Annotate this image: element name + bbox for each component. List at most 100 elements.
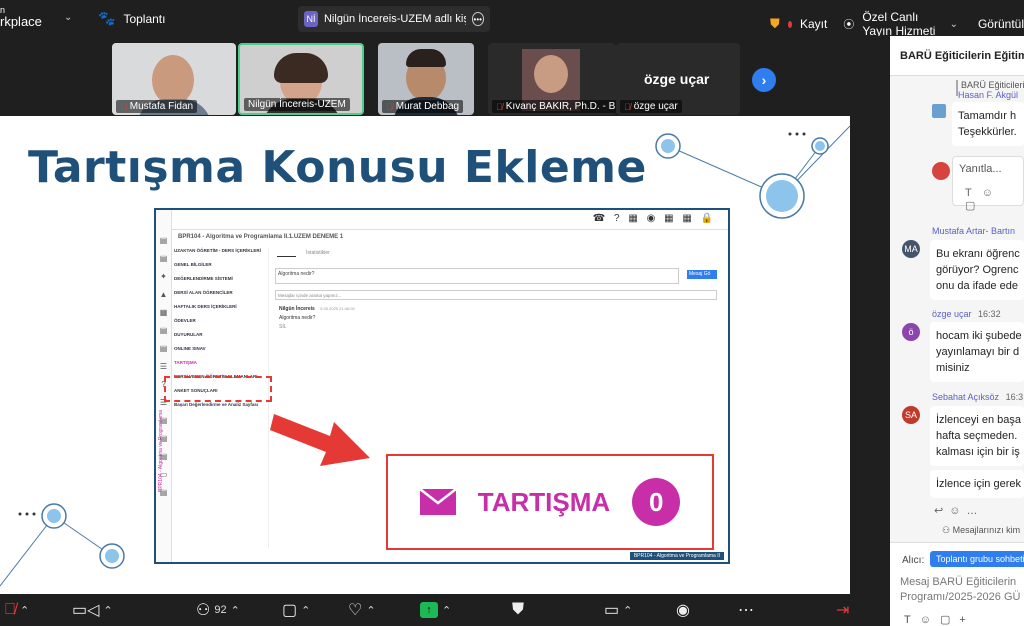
recipient-chip[interactable]: Toplantı grubu sohbeti xyxy=(930,551,1024,567)
lms-send-button: Mesaj Gö xyxy=(687,270,717,279)
lms-post-author: Nilgün İncereis xyxy=(279,306,315,312)
participants-count: 92 xyxy=(214,604,227,616)
highlight-box xyxy=(164,376,272,402)
chevron-up-icon[interactable]: ⌃ xyxy=(231,604,240,617)
more-options-control[interactable]: ⋯ xyxy=(738,600,754,620)
camera-icon: ▭◁ xyxy=(72,602,100,619)
share-control[interactable]: ↑ ⌃ xyxy=(420,600,451,620)
heart-icon: ♡ xyxy=(348,602,363,619)
sender-avatar: SA xyxy=(902,406,920,424)
more-icon[interactable]: … xyxy=(966,505,983,517)
people-icon: ⚇ xyxy=(196,602,211,619)
record-icon: ◉ xyxy=(676,602,690,619)
shield-alert-icon[interactable]: ⛊ xyxy=(770,16,780,32)
envelope-icon xyxy=(419,489,456,515)
message-sender: özge uçar 16:32 xyxy=(932,309,1001,319)
compose-input[interactable]: Mesaj BARÜ Eğiticilerin Programı/2025-20… xyxy=(900,575,1020,605)
mic-off-icon: 🎙̸ xyxy=(496,101,503,112)
more-icon[interactable]: ••• xyxy=(471,12,484,26)
leave-icon: ⇥ xyxy=(836,602,850,619)
mic-control[interactable]: 🎙̸ ⌃ xyxy=(4,600,29,620)
participant-tile[interactable]: 🎙̸ Murat Debbag xyxy=(378,43,474,115)
participant-gallery: 🎙̸ Mustafa Fidan Nilgün İncereis-UZEM 🎙̸ M… xyxy=(0,36,890,116)
reply-box[interactable]: Yanıtla... T☺▢ xyxy=(952,156,1024,212)
record-dot-icon xyxy=(787,20,792,28)
seen-icon: ⚇ xyxy=(942,525,951,535)
emoji-icon[interactable]: ☺ xyxy=(920,614,940,626)
meeting-chat-panel: BARÜ Eğiticilerin Eğitimi P BARÜ Eğitici… xyxy=(890,36,1024,626)
gallery-next-button[interactable]: › xyxy=(752,68,776,92)
participant-tile[interactable]: 🎙̸ Mustafa Fidan xyxy=(112,43,236,115)
chat-tab[interactable]: Nİ Nilgün İncereis-UZEM adlı kişinin ••• xyxy=(298,6,490,32)
mic-off-icon: 🎙̸ xyxy=(4,601,16,618)
camera-control[interactable]: ▭◁ ⌃ xyxy=(72,600,113,620)
security-control[interactable]: ⛊ xyxy=(512,600,524,620)
reactions-control[interactable]: ♡ ⌃ xyxy=(348,600,376,620)
more-icon: ⋯ xyxy=(738,602,754,619)
chat-tab-avatar: Nİ xyxy=(304,11,318,27)
lms-tab-stats: İstatistikler xyxy=(306,250,330,256)
chevron-up-icon[interactable]: ⌃ xyxy=(442,604,451,617)
participant-display-name: özge uçar xyxy=(644,71,710,87)
participant-tile[interactable]: özge uçar 🎙̸ özge uçar xyxy=(616,43,740,115)
mic-off-icon: 🎙̸ xyxy=(624,101,631,112)
top-bar: n rkplace ⌄ 🐾 Toplantı Nİ Nilgün İncerei… xyxy=(0,0,1024,38)
lms-tab-discussion: Tartışma xyxy=(277,250,297,257)
participant-label: 🎙̸ Kıvanç BAKIR, Ph.D. - B... xyxy=(492,100,616,113)
attach-icon[interactable]: ▢ xyxy=(940,614,959,626)
app-brand: n rkplace xyxy=(0,5,42,29)
participant-face xyxy=(534,55,568,93)
record-control[interactable]: ◉ xyxy=(676,600,690,620)
participant-label: 🎙̸ Murat Debbag xyxy=(382,100,464,113)
discussion-count-badge: 0 xyxy=(632,478,681,526)
lms-post: Nilgün İncereis 5.05.2025 21:46:00 Algor… xyxy=(279,306,355,330)
chevron-up-icon[interactable]: ⌃ xyxy=(623,604,632,617)
format-icon[interactable]: T xyxy=(904,614,920,626)
chat-message: İzlenceyi en başa hafta seçmeden. kalmas… xyxy=(930,406,1024,466)
lms-breadcrumb: BPR104 - Algoritma ve Programlama II.1.U… xyxy=(178,234,344,240)
meeting-tab[interactable]: 🐾 Toplantı xyxy=(98,10,165,27)
react-icon[interactable]: ☺ xyxy=(949,505,966,517)
participant-tile-active[interactable]: Nilgün İncereis-UZEM xyxy=(238,43,364,115)
format-icon[interactable]: T xyxy=(965,187,982,199)
record-label[interactable]: Kayıt xyxy=(800,17,827,31)
participant-hair xyxy=(274,53,328,83)
chat-message: Tamamdır h Teşekkürler. xyxy=(952,102,1024,146)
live-service-label[interactable]: Özel Canlı Yayın Hizmeti xyxy=(862,10,941,38)
add-icon[interactable]: + xyxy=(959,614,974,626)
chevron-up-icon[interactable]: ⌃ xyxy=(366,604,375,617)
share-icon: ↑ xyxy=(420,602,438,618)
discussion-label: TARTIŞMA xyxy=(477,486,611,517)
lms-toolbar-icons: ☎ ? ▦ ◉ ▦ ▦ 🔒 xyxy=(592,213,716,224)
quote-author: Hasan F. Akgül xyxy=(958,90,1019,100)
participants-control[interactable]: ⚇ 92 ⌃ xyxy=(196,600,240,620)
recording-area: ⛊ Kayıt ⦿ Özel Canlı Yayın Hizmeti ⌄ Gör… xyxy=(770,10,1024,38)
view-control[interactable]: ▭ ⌃ xyxy=(604,600,632,620)
emoji-icon[interactable]: ☺ xyxy=(982,187,1003,199)
shared-slide: Tartışma Konusu Ekleme ☎ ? ▦ ◉ ▦ ▦ 🔒 ▤ ▤… xyxy=(0,116,850,594)
message-sender: Sebahat Açıksöz 16:3 xyxy=(932,392,1024,402)
paw-icon: 🐾 xyxy=(98,10,116,26)
red-arrow-icon xyxy=(270,414,370,466)
chevron-up-icon[interactable]: ⌃ xyxy=(301,604,310,617)
chat-message: hocam iki şubede yayınlamayı bir d misin… xyxy=(930,322,1024,382)
leave-control[interactable]: ⇥ xyxy=(836,600,849,620)
chat-icon: ▢ xyxy=(282,602,298,619)
chat-message: Bu ekranı öğrenc görüyor? Ogrenc onu da … xyxy=(930,240,1024,300)
teams-meeting-window: n rkplace ⌄ 🐾 Toplantı Nİ Nilgün İncerei… xyxy=(0,0,1024,626)
sender-avatar xyxy=(932,104,946,118)
chevron-up-icon[interactable]: ⌃ xyxy=(103,604,112,617)
participant-tile[interactable]: 🎙̸ Kıvanç BAKIR, Ph.D. - B... xyxy=(488,43,616,115)
attach-icon[interactable]: ▢ xyxy=(965,200,985,212)
recipient-row: Alıcı: Toplantı grubu sohbeti Mesaj BARÜ… xyxy=(890,542,1024,626)
lms-topbar: ☎ ? ▦ ◉ ▦ ▦ 🔒 xyxy=(156,210,728,230)
chat-control[interactable]: ▢ ⌃ xyxy=(282,600,310,620)
chat-title: BARÜ Eğiticilerin Eğitimi P xyxy=(890,36,1024,76)
chevron-down-icon[interactable]: ⌄ xyxy=(950,19,958,30)
reply-icon[interactable]: ↩ xyxy=(934,505,949,517)
chevron-up-icon[interactable]: ⌃ xyxy=(20,604,29,617)
view-label[interactable]: Görüntül xyxy=(978,17,1024,31)
chevron-down-icon[interactable]: ⌄ xyxy=(64,12,72,23)
lms-side-label: BPR104 - Algoritma ve Programlama xyxy=(158,410,164,492)
lms-question-input: Algoritma nedir? xyxy=(275,268,679,284)
